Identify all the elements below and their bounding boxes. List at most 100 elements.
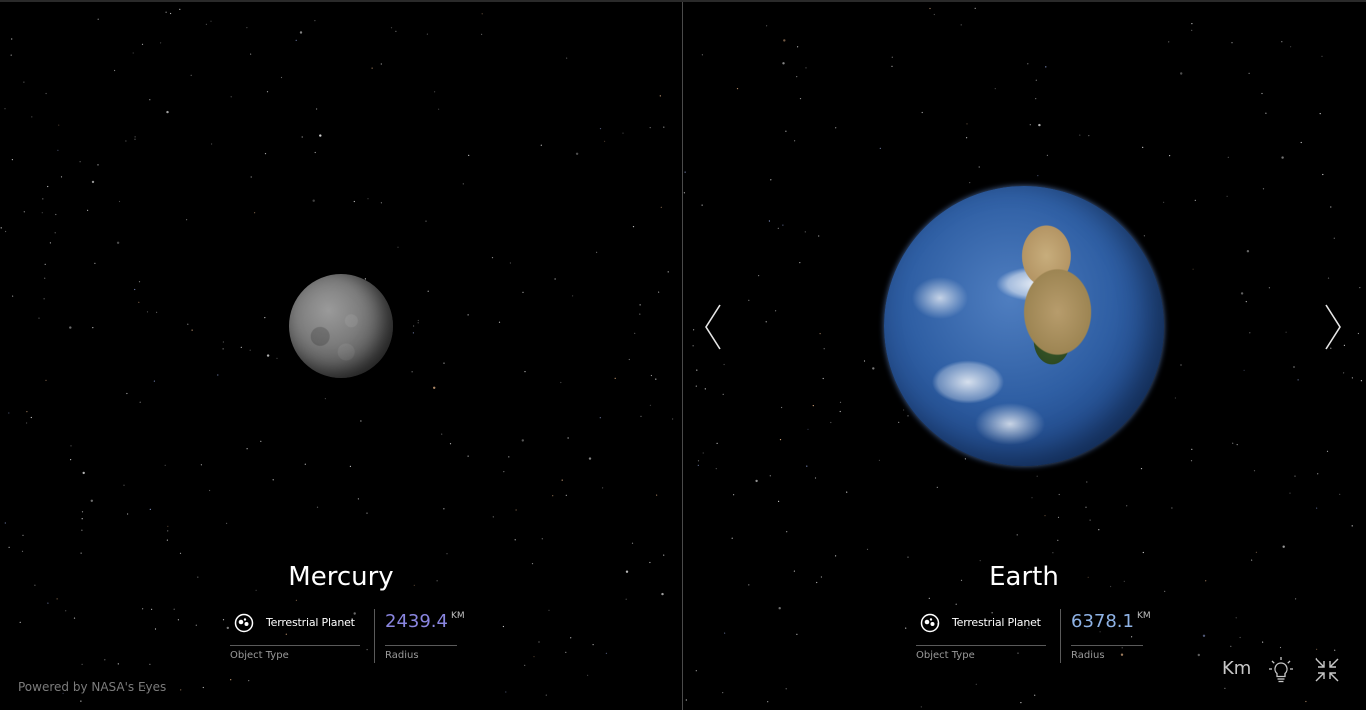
star bbox=[319, 134, 322, 137]
star bbox=[81, 511, 84, 513]
star bbox=[702, 452, 704, 454]
star bbox=[524, 371, 526, 373]
star bbox=[443, 508, 445, 510]
star bbox=[492, 516, 494, 518]
star bbox=[722, 692, 724, 694]
star bbox=[1279, 646, 1282, 649]
mercury-globe[interactable] bbox=[289, 274, 393, 378]
star bbox=[57, 149, 59, 151]
star bbox=[1295, 598, 1297, 600]
chevron-left-icon[interactable] bbox=[702, 302, 726, 352]
star bbox=[301, 136, 303, 138]
star bbox=[1036, 475, 1038, 477]
star bbox=[441, 433, 443, 435]
star bbox=[614, 377, 616, 379]
star bbox=[599, 417, 601, 419]
star bbox=[812, 405, 814, 407]
compare-panel-right: Earth Terrestrial Planet Object Type 637… bbox=[683, 2, 1366, 710]
star bbox=[1305, 700, 1307, 703]
star bbox=[316, 108, 318, 110]
star bbox=[604, 140, 606, 142]
star bbox=[634, 332, 636, 334]
star bbox=[186, 219, 188, 221]
star bbox=[26, 411, 28, 413]
star bbox=[395, 30, 397, 32]
star bbox=[134, 288, 136, 291]
star bbox=[380, 63, 382, 65]
star bbox=[142, 608, 144, 610]
star bbox=[45, 379, 47, 381]
star bbox=[260, 440, 262, 442]
star bbox=[1038, 123, 1041, 127]
star bbox=[202, 686, 204, 689]
star bbox=[767, 701, 769, 703]
star bbox=[180, 689, 182, 691]
radius-block: 2439.4 KM Radius bbox=[385, 607, 475, 667]
star bbox=[704, 388, 706, 390]
star bbox=[696, 369, 698, 371]
object-type-caption: Object Type bbox=[916, 650, 975, 661]
star bbox=[622, 132, 624, 134]
star bbox=[768, 220, 770, 222]
star bbox=[248, 680, 250, 682]
star bbox=[250, 53, 252, 55]
star bbox=[187, 323, 189, 325]
star bbox=[879, 147, 881, 149]
star bbox=[1339, 493, 1341, 495]
star bbox=[522, 291, 524, 293]
star bbox=[1265, 112, 1267, 114]
star bbox=[503, 471, 505, 473]
star bbox=[639, 313, 641, 315]
star bbox=[249, 349, 251, 351]
star bbox=[960, 24, 962, 26]
star bbox=[226, 522, 228, 525]
star bbox=[360, 420, 362, 422]
star bbox=[82, 471, 85, 475]
star bbox=[165, 11, 167, 13]
star bbox=[1262, 188, 1265, 190]
earth-globe[interactable] bbox=[884, 186, 1164, 466]
star bbox=[116, 241, 120, 244]
star bbox=[167, 530, 169, 532]
star bbox=[650, 374, 653, 377]
collapse-icon[interactable] bbox=[1314, 657, 1340, 683]
star bbox=[1289, 492, 1291, 494]
star bbox=[994, 88, 996, 90]
star bbox=[701, 54, 703, 56]
planet-name-left: Mercury bbox=[288, 562, 394, 592]
star bbox=[978, 166, 980, 168]
star bbox=[65, 610, 67, 612]
star bbox=[839, 401, 842, 403]
star bbox=[295, 599, 297, 601]
star bbox=[146, 311, 149, 313]
star bbox=[814, 477, 817, 479]
star bbox=[782, 224, 784, 226]
lightbulb-icon[interactable] bbox=[1267, 656, 1295, 686]
compare-panel-left: Mercury Terrestrial Planet Object Type 2… bbox=[0, 2, 682, 710]
star bbox=[104, 659, 106, 661]
unit-toggle-button[interactable]: Km bbox=[1222, 658, 1251, 679]
star bbox=[1194, 199, 1196, 201]
star bbox=[907, 415, 909, 417]
star bbox=[44, 277, 46, 279]
star bbox=[81, 529, 83, 531]
chevron-right-icon[interactable] bbox=[1320, 302, 1344, 352]
star bbox=[628, 358, 630, 361]
star bbox=[1191, 448, 1193, 450]
star bbox=[1253, 470, 1256, 472]
star bbox=[5, 230, 7, 233]
star bbox=[266, 354, 270, 357]
star bbox=[44, 263, 46, 265]
star bbox=[1224, 687, 1226, 690]
star bbox=[1231, 42, 1233, 44]
star bbox=[151, 608, 153, 610]
star bbox=[42, 198, 44, 200]
star bbox=[1246, 250, 1250, 253]
star bbox=[1357, 332, 1359, 335]
star bbox=[567, 437, 569, 439]
star bbox=[663, 554, 665, 556]
star bbox=[561, 479, 563, 481]
star bbox=[117, 663, 119, 665]
star bbox=[1035, 79, 1037, 81]
star bbox=[190, 74, 192, 76]
